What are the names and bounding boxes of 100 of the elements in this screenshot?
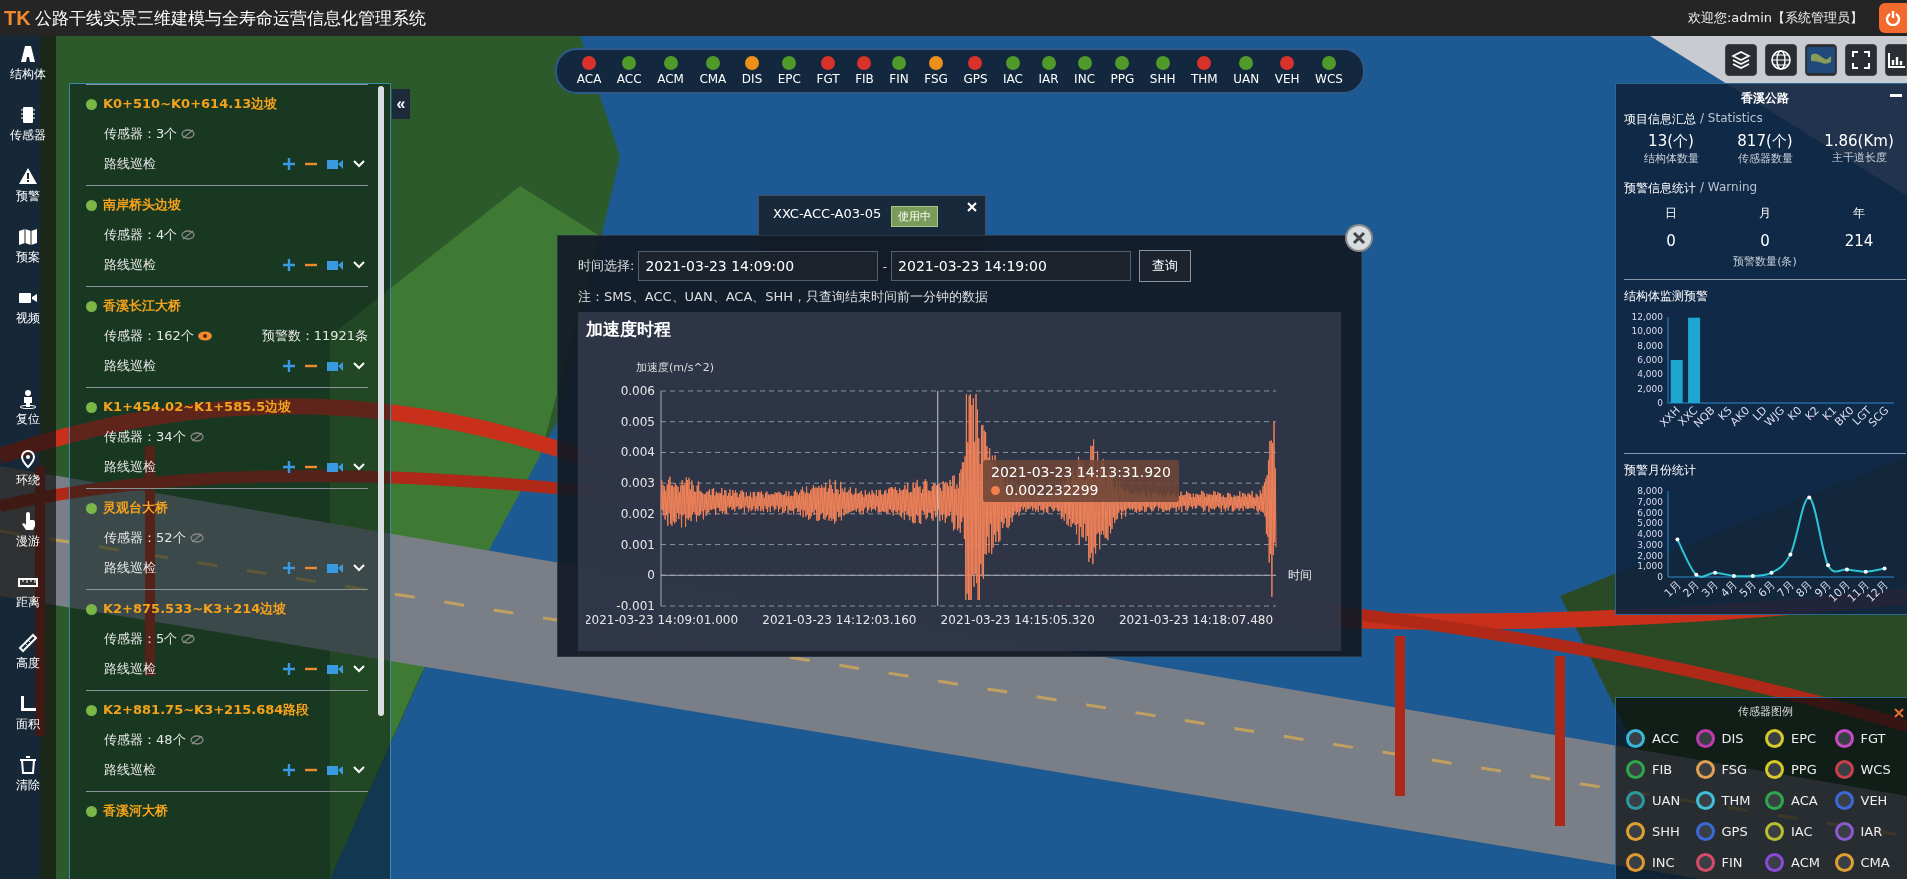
sensor-code: IAR [1860,824,1883,839]
power-button[interactable] [1879,3,1907,33]
category-label: K0 [1785,403,1805,424]
sidebar-item[interactable]: 视频 [16,288,40,327]
trash-icon [18,755,38,775]
y-tick-label: 12,000 [1631,312,1663,322]
sidebar-item[interactable]: 清除 [16,755,40,794]
add-icon[interactable] [280,562,298,574]
y-tick-label: 0.005 [620,414,655,429]
eye-slash-icon[interactable] [189,735,204,745]
sidebar-item[interactable]: 漫游 [16,511,40,550]
data-point [1750,573,1755,578]
sidebar-item[interactable]: 高度 [16,633,40,672]
video-camera-icon[interactable] [324,663,346,675]
add-icon[interactable] [280,259,298,271]
eye-icon[interactable] [197,331,212,341]
y-tick-label: 6,000 [1637,507,1663,518]
sidebar-item[interactable]: 环绕 [16,450,40,489]
world-map-icon[interactable] [1805,44,1837,76]
sidebar-item[interactable]: 预警 [16,166,40,205]
warning-value: 0 [1759,232,1771,250]
stat-label: 结构体数量 [1642,151,1700,166]
eye-slash-icon[interactable] [189,533,204,543]
bar-chart-icon[interactable] [1885,44,1907,76]
chevron-down-icon[interactable] [350,564,368,572]
eye-slash-icon[interactable] [189,432,204,442]
end-time-field[interactable]: 2021-03-23 14:19:00 [891,251,1132,281]
project-name[interactable]: K1+454.02~K1+585.5边坡 [103,398,292,416]
data-point [1694,572,1699,577]
x-tick-label: 2021-03-23 14:18:07.480 [1118,613,1274,627]
category-label: 3月 [1699,577,1722,600]
add-icon[interactable] [280,158,298,170]
stat-value: 817(个) [1736,132,1794,151]
sensor-count: 传感器：4个 [104,226,178,244]
project-name[interactable]: K2+875.533~K3+214边坡 [103,600,287,618]
sidebar-item[interactable]: 距离 [16,572,40,611]
layers-icon[interactable] [1725,44,1757,76]
section-subtitle: / Statistics [1700,111,1763,127]
sidebar-item[interactable]: 传感器 [10,105,46,144]
eye-slash-icon[interactable] [181,634,196,644]
add-icon[interactable] [280,764,298,776]
chevron-down-icon[interactable] [350,463,368,471]
project-name[interactable]: K2+881.75~K3+215.684路段 [103,701,310,719]
y-tick-label: 7,000 [1637,496,1663,507]
chip-icon [18,105,38,125]
chevron-down-icon[interactable] [350,665,368,673]
globe-icon[interactable] [1765,44,1797,76]
y-tick-label: 0.003 [620,476,655,491]
project-name[interactable]: 灵观台大桥 [103,499,168,517]
add-icon[interactable] [280,663,298,675]
y-tick-label: 0 [647,568,655,583]
sensor-code: WCS [1315,72,1343,86]
status-dot-icon [86,401,97,413]
add-icon[interactable] [280,360,298,372]
sidebar-item[interactable]: 复位 [16,389,40,428]
chevron-down-icon[interactable] [350,766,368,774]
project-name[interactable]: 香溪河大桥 [103,802,168,820]
chevron-down-icon[interactable] [350,160,368,168]
video-camera-icon[interactable] [324,360,346,372]
video-camera-icon[interactable] [324,259,346,271]
section-title: 项目信息汇总 [1624,111,1696,128]
x-axis-title: 时间 [1288,568,1312,583]
patrol-label: 路线巡检 [104,155,156,173]
sensor-code: FIB [1652,762,1673,777]
tooltip-time: 2021-03-23 14:13:31.920 [991,464,1171,480]
start-time-field[interactable]: 2021-03-23 14:09:00 [638,251,879,281]
sensor-code: ACA [1791,793,1818,808]
legend-title: 传感器图例 [1737,704,1793,719]
video-camera-icon[interactable] [324,764,346,776]
eye-slash-icon[interactable] [181,230,196,240]
eye-slash-icon[interactable] [181,129,196,139]
query-button[interactable]: 查询 [1139,250,1192,282]
sensor-code: SHH [1652,824,1680,839]
location-pin-icon [18,450,38,470]
chevron-down-icon[interactable] [350,261,368,269]
project-name[interactable]: 香溪长江大桥 [103,297,181,315]
sensor-code: CMA [1860,855,1890,870]
sidebar-item[interactable]: 面积 [16,694,40,733]
period-label: 年 [1852,205,1866,222]
data-point [1788,552,1793,557]
fullscreen-icon[interactable] [1845,44,1877,76]
data-point [1807,495,1812,500]
add-icon[interactable] [280,461,298,473]
video-camera-icon[interactable] [324,461,346,473]
sensor-code: FSG [1721,762,1748,777]
sensor-count: 传感器：5个 [104,630,178,648]
sidebar-item[interactable]: 结构体 [10,44,46,83]
chevron-down-icon[interactable] [350,362,368,370]
scrollbar[interactable] [378,86,384,716]
patrol-label: 路线巡检 [104,357,156,375]
sensor-code: ACA [576,72,602,86]
video-camera-icon[interactable] [324,158,346,170]
y-tick-label: 2,000 [1637,383,1663,394]
sidebar-item[interactable]: 预案 [16,227,40,266]
close-icon [1352,231,1366,245]
project-name[interactable]: K0+510~K0+614.13边坡 [103,95,278,113]
y-tick-label: 6,000 [1637,355,1663,365]
project-name[interactable]: 南岸桥头边坡 [103,196,181,214]
data-point [1731,573,1736,578]
collapse-button[interactable]: « [392,89,410,119]
